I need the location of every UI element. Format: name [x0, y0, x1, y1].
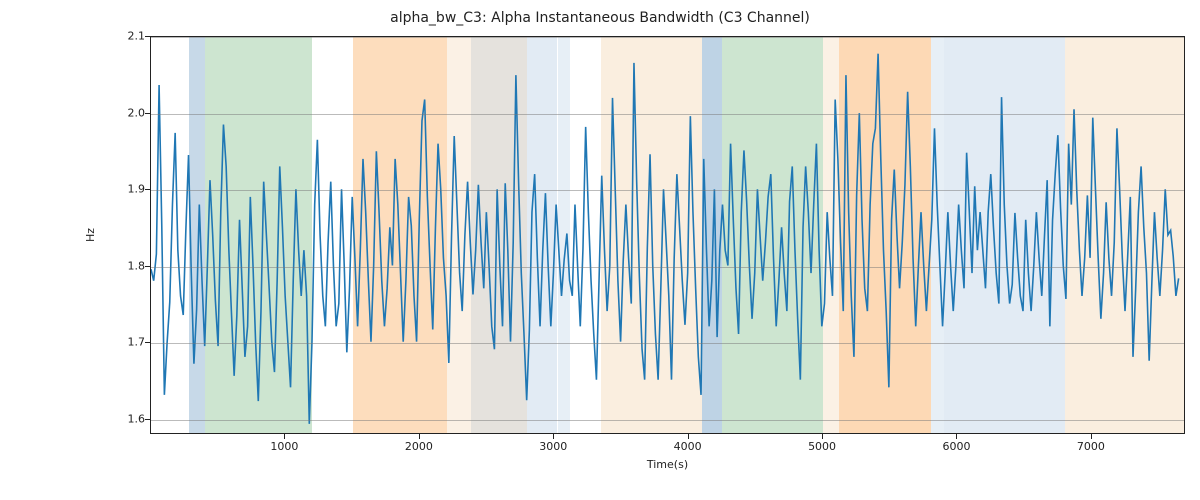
y-tick-label: 1.8 [105, 259, 145, 272]
y-tick-label: 1.9 [105, 183, 145, 196]
x-tick-label: 7000 [1061, 440, 1121, 453]
plot-area [150, 36, 1185, 434]
y-tick-label: 2.1 [105, 30, 145, 43]
y-tick-label: 2.0 [105, 106, 145, 119]
x-axis-label: Time(s) [150, 458, 1185, 471]
gridline [151, 114, 1184, 115]
gridline [151, 343, 1184, 344]
x-tick [1091, 434, 1092, 439]
y-tick [145, 36, 150, 37]
gridline [151, 190, 1184, 191]
x-tick-label: 4000 [658, 440, 718, 453]
y-tick [145, 189, 150, 190]
line-series [151, 37, 1184, 433]
x-tick-label: 6000 [926, 440, 986, 453]
y-tick [145, 113, 150, 114]
y-axis-label: Hz [84, 36, 100, 434]
y-tick [145, 342, 150, 343]
x-tick [688, 434, 689, 439]
gridline [151, 267, 1184, 268]
x-tick-label: 3000 [523, 440, 583, 453]
y-tick [145, 266, 150, 267]
x-tick-label: 5000 [792, 440, 852, 453]
x-tick [822, 434, 823, 439]
figure: alpha_bw_C3: Alpha Instantaneous Bandwid… [0, 0, 1200, 500]
x-tick-label: 1000 [254, 440, 314, 453]
x-tick [553, 434, 554, 439]
x-tick [419, 434, 420, 439]
y-tick [145, 419, 150, 420]
chart-title: alpha_bw_C3: Alpha Instantaneous Bandwid… [0, 10, 1200, 26]
y-tick-label: 1.7 [105, 336, 145, 349]
x-tick-label: 2000 [389, 440, 449, 453]
x-tick [284, 434, 285, 439]
y-tick-label: 1.6 [105, 412, 145, 425]
gridline [151, 37, 1184, 38]
x-tick [956, 434, 957, 439]
gridline [151, 420, 1184, 421]
series-line [151, 54, 1179, 424]
